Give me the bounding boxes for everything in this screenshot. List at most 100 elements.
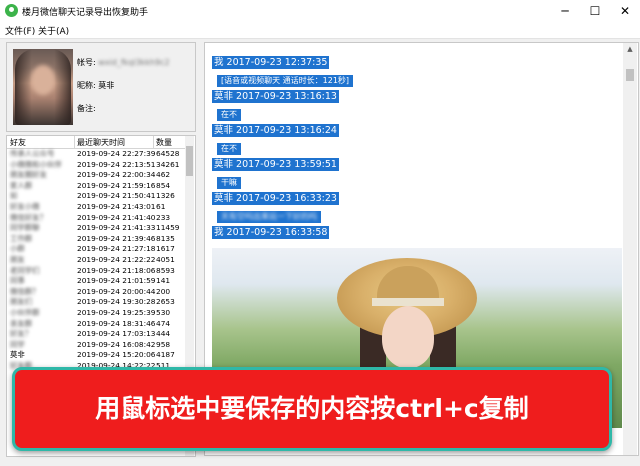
message-text: 干嘛 (221, 178, 237, 187)
message-sender: 我 (214, 227, 224, 238)
table-row[interactable]: 工作群 2019-09-24 21:39:46 8135 (7, 234, 185, 245)
message-count: 8593 (156, 265, 175, 275)
message-count: 141 (156, 276, 171, 286)
last-chat-time: 2019-09-24 16:08:42 (77, 339, 156, 349)
message-time: 2017-09-23 16:33:23 (236, 193, 337, 204)
friend-list-scroll-thumb[interactable] (186, 146, 193, 176)
header-last-chat-time[interactable]: 最近聊天时间 (77, 137, 125, 148)
table-row[interactable]: 微信好友？ 2019-09-24 21:41:40 233 (7, 213, 185, 224)
table-row[interactable]: 小群 2019-09-24 21:27:18 1617 (7, 244, 185, 255)
message-sender: 莫非 (214, 193, 234, 204)
message-body[interactable]: 天有空吗出来玩一下好的吗 (217, 211, 321, 223)
table-row[interactable]: 如 2019-09-24 21:50:41 1326 (7, 191, 185, 202)
message-header[interactable]: 我 2017-09-23 16:33:58 (212, 226, 330, 239)
message-count: 1326 (156, 191, 175, 201)
message-text: 在不 (221, 110, 237, 119)
message-count: 958 (156, 339, 171, 349)
friend-name: 同学群聊 (10, 223, 40, 233)
last-chat-time: 2019-09-24 18:31:46 (77, 318, 156, 328)
menu-about[interactable]: 关于(A) (38, 24, 69, 37)
message-body[interactable]: [语音或视频聊天 通话时长：121秒] (217, 75, 354, 87)
message-sender: 莫非 (214, 91, 234, 102)
message-time: 2017-09-23 13:16:24 (236, 125, 337, 136)
last-chat-time: 2019-09-24 21:41:40 (77, 212, 156, 222)
friend-name: 莫非 (10, 350, 25, 360)
friend-name: 好友？ (10, 329, 33, 339)
table-row[interactable]: 朋友 2019-09-24 21:22:22 4051 (7, 255, 185, 266)
nickname-label: 昵称: (77, 81, 96, 90)
table-row[interactable]: 朋友圈好友 2019-09-24 22:00:34 462 (7, 170, 185, 181)
message-header[interactable]: 莫非 2017-09-23 13:59:51 (212, 158, 339, 171)
message-time: 2017-09-23 13:16:13 (236, 91, 337, 102)
friend-name: 小伙伴群 (10, 308, 40, 317)
account-field: 帐号: wxid_fkql3kkh9c2 (77, 57, 170, 68)
table-row[interactable]: 同学群聊 2019-09-24 21:41:33 11459 (7, 223, 185, 234)
message-text: 天有空吗出来玩一下好的吗 (221, 212, 317, 221)
last-chat-time: 2019-09-24 17:03:13 (77, 329, 156, 339)
last-chat-time: 2019-09-24 22:13:51 (77, 159, 156, 169)
message-count: 530 (156, 308, 171, 317)
header-count[interactable]: 数量 (156, 137, 172, 148)
friend-list-header: 好友 最近聊天时间 数量 (7, 136, 185, 149)
table-row[interactable]: 传承人公众号 2019-09-24 22:27:39 64528 (7, 149, 185, 160)
instruction-text: 用鼠标选中要保存的内容按ctrl+c复制 (95, 394, 529, 423)
friend-name: 微信好友？ (10, 212, 47, 222)
chat-scroll-thumb[interactable] (626, 69, 634, 81)
account-label: 帐号: (77, 58, 96, 67)
message-header[interactable]: 我 2017-09-23 12:37:35 (212, 56, 330, 69)
minimize-button[interactable]: ─ (550, 2, 580, 20)
table-row[interactable]: 同事 2019-09-24 21:01:59 141 (7, 276, 185, 287)
maximize-button[interactable]: ☐ (580, 2, 610, 20)
last-chat-time: 2019-09-24 21:43:01 (77, 202, 156, 211)
table-row[interactable]: 好友小微 2019-09-24 21:43:01 61 (7, 202, 185, 213)
chat-scrollbar[interactable]: ▲ (623, 43, 637, 455)
last-chat-time: 2019-09-24 21:27:18 (77, 244, 156, 254)
message-count: 233 (156, 212, 171, 222)
last-chat-time: 2019-09-24 19:25:39 (77, 308, 156, 317)
last-chat-time: 2019-09-24 22:00:34 (77, 170, 156, 180)
message-count: 444 (156, 329, 171, 339)
message-count: 200 (156, 286, 171, 296)
close-button[interactable]: ✕ (610, 2, 640, 20)
last-chat-time: 2019-09-24 22:27:39 (77, 149, 156, 158)
nickname-field: 昵称: 莫非 (77, 80, 114, 91)
table-row[interactable]: 好友？ 2019-09-24 17:03:13 444 (7, 329, 185, 340)
header-friend[interactable]: 好友 (10, 137, 26, 148)
friend-name: 如 (10, 191, 18, 201)
remark-label: 备注: (77, 104, 96, 113)
message-count: 11459 (156, 223, 180, 233)
scroll-up-arrow-icon[interactable]: ▲ (623, 43, 637, 55)
table-row[interactable]: 朋友们 2019-09-24 19:30:28 2653 (7, 297, 185, 308)
message-header[interactable]: 莫非 2017-09-23 16:33:23 (212, 192, 339, 205)
message-body[interactable]: 在不 (217, 109, 241, 121)
profile-panel: 帐号: wxid_fkql3kkh9c2 昵称: 莫非 备注: (6, 42, 196, 132)
table-row[interactable]: 小伙伴群 2019-09-24 19:25:39 530 (7, 308, 185, 319)
menu-bar: 文件(F) 关于(A) (0, 22, 640, 39)
table-row[interactable]: 微信群？ 2019-09-24 20:00:44 200 (7, 287, 185, 298)
table-row[interactable]: 同学 2019-09-24 16:08:42 958 (7, 340, 185, 351)
message-count: 1617 (156, 244, 175, 254)
message-body[interactable]: 在不 (217, 143, 241, 155)
table-row[interactable]: 家人群 2019-09-24 21:59:16 854 (7, 181, 185, 192)
message-sender: 莫非 (214, 159, 234, 170)
friend-name: 朋友们 (10, 297, 33, 307)
message-header[interactable]: 莫非 2017-09-23 13:16:24 (212, 124, 339, 137)
table-row[interactable]: 老同学们 2019-09-24 21:18:06 8593 (7, 266, 185, 277)
message-count: 8135 (156, 233, 175, 243)
last-chat-time: 2019-09-24 21:59:16 (77, 180, 156, 190)
message-header[interactable]: 莫非 2017-09-23 13:16:13 (212, 90, 339, 103)
message-body[interactable]: 干嘛 (217, 177, 241, 189)
remark-field: 备注: (77, 103, 96, 114)
table-row[interactable]: 亲友群 2019-09-24 18:31:46 474 (7, 319, 185, 330)
table-row[interactable]: 小微微和小伙伴 2019-09-24 22:13:51 34261 (7, 160, 185, 171)
table-row[interactable]: 莫非 2019-09-24 15:20:06 4187 (7, 350, 185, 361)
message-text: [语音或视频聊天 通话时长：121秒] (221, 76, 350, 85)
app-icon (5, 4, 18, 17)
message-time: 2017-09-23 13:59:51 (236, 159, 337, 170)
message-count: 462 (156, 170, 171, 180)
message-sender: 我 (214, 57, 224, 68)
friend-name: 老同学们 (10, 265, 40, 275)
last-chat-time: 2019-09-24 21:22:22 (77, 255, 156, 264)
menu-file[interactable]: 文件(F) (5, 24, 35, 37)
friend-name: 工作群 (10, 233, 33, 243)
